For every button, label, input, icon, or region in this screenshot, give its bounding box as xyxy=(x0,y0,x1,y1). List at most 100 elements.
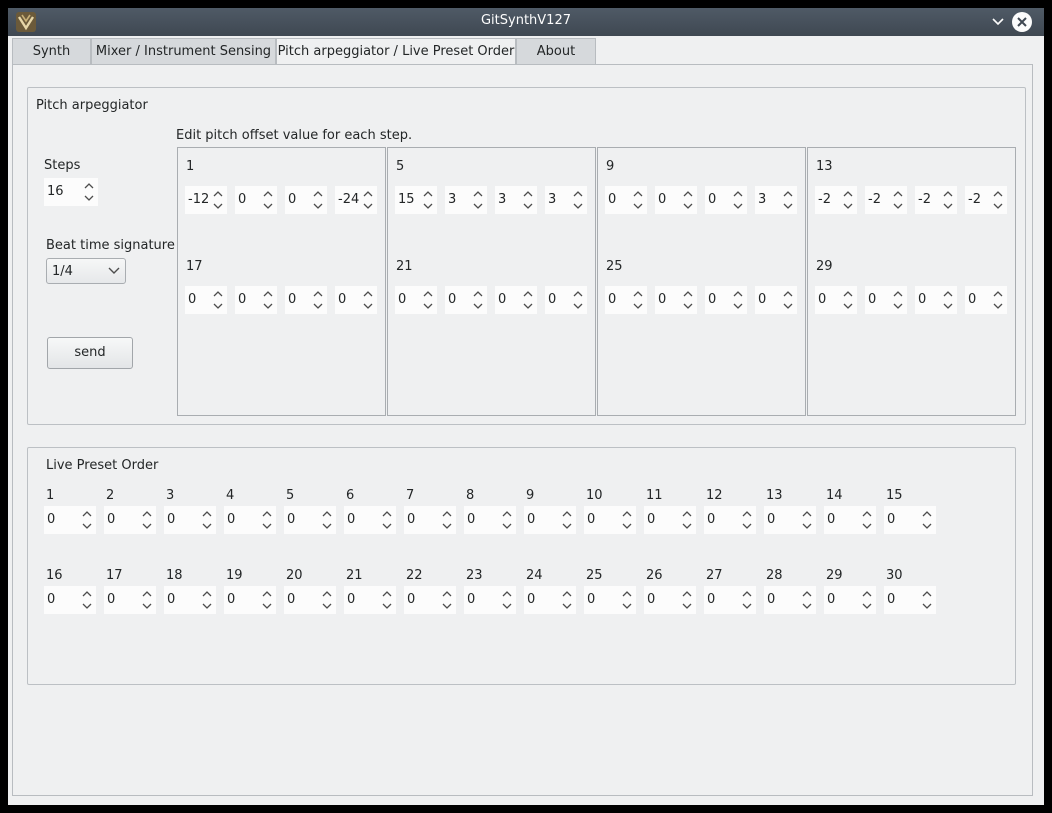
spin-arrows-icon[interactable] xyxy=(842,289,854,311)
preset-order-spinbox[interactable]: 0 xyxy=(644,506,696,534)
pitch-offset-spinbox[interactable]: 0 xyxy=(235,286,277,314)
spin-arrows-icon[interactable] xyxy=(892,189,904,211)
pitch-offset-spinbox[interactable]: 0 xyxy=(965,286,1007,314)
spin-arrows-icon[interactable] xyxy=(682,289,694,311)
spin-arrows-icon[interactable] xyxy=(992,189,1004,211)
spin-arrows-icon[interactable] xyxy=(561,509,573,531)
pitch-offset-spinbox[interactable]: -2 xyxy=(815,186,857,214)
spin-arrows-icon[interactable] xyxy=(81,589,93,611)
preset-order-spinbox[interactable]: 0 xyxy=(644,586,696,614)
spin-arrows-icon[interactable] xyxy=(321,509,333,531)
preset-order-spinbox[interactable]: 0 xyxy=(524,586,576,614)
spin-arrows-icon[interactable] xyxy=(441,589,453,611)
pitch-offset-spinbox[interactable]: 15 xyxy=(395,186,437,214)
spin-arrows-icon[interactable] xyxy=(892,289,904,311)
spin-arrows-icon[interactable] xyxy=(312,289,324,311)
spin-arrows-icon[interactable] xyxy=(501,509,513,531)
spin-arrows-icon[interactable] xyxy=(381,509,393,531)
preset-order-spinbox[interactable]: 0 xyxy=(224,506,276,534)
spin-arrows-icon[interactable] xyxy=(141,589,153,611)
preset-order-spinbox[interactable]: 0 xyxy=(344,506,396,534)
spin-arrows-icon[interactable] xyxy=(681,509,693,531)
spin-arrows-icon[interactable] xyxy=(201,509,213,531)
spin-arrows-icon[interactable] xyxy=(201,589,213,611)
preset-order-spinbox[interactable]: 0 xyxy=(344,586,396,614)
pitch-offset-spinbox[interactable]: 0 xyxy=(655,286,697,314)
spin-arrows-icon[interactable] xyxy=(921,509,933,531)
spin-arrows-icon[interactable] xyxy=(141,509,153,531)
beat-time-signature-select[interactable]: 1/4 xyxy=(46,258,126,284)
preset-order-spinbox[interactable]: 0 xyxy=(884,506,936,534)
preset-order-spinbox[interactable]: 0 xyxy=(764,586,816,614)
spin-arrows-icon[interactable] xyxy=(992,289,1004,311)
pitch-offset-spinbox[interactable]: 3 xyxy=(445,186,487,214)
spin-arrows-icon[interactable] xyxy=(261,509,273,531)
pitch-offset-spinbox[interactable]: 0 xyxy=(605,186,647,214)
spin-arrows-icon[interactable] xyxy=(741,509,753,531)
pitch-offset-spinbox[interactable]: 3 xyxy=(495,186,537,214)
spin-arrows-icon[interactable] xyxy=(212,189,224,211)
spin-arrows-icon[interactable] xyxy=(312,189,324,211)
pitch-offset-spinbox[interactable]: 0 xyxy=(185,286,227,314)
pitch-offset-spinbox[interactable]: 3 xyxy=(755,186,797,214)
spin-arrows-icon[interactable] xyxy=(632,289,644,311)
pitch-offset-spinbox[interactable]: -2 xyxy=(865,186,907,214)
spin-arrows-icon[interactable] xyxy=(741,589,753,611)
preset-order-spinbox[interactable]: 0 xyxy=(764,506,816,534)
pitch-offset-spinbox[interactable]: 3 xyxy=(545,186,587,214)
pitch-offset-spinbox[interactable]: 0 xyxy=(655,186,697,214)
spin-arrows-icon[interactable] xyxy=(362,289,374,311)
pitch-offset-spinbox[interactable]: 0 xyxy=(545,286,587,314)
spin-arrows-icon[interactable] xyxy=(842,189,854,211)
pitch-offset-spinbox[interactable]: 0 xyxy=(605,286,647,314)
preset-order-spinbox[interactable]: 0 xyxy=(824,506,876,534)
spin-arrows-icon[interactable] xyxy=(632,189,644,211)
pitch-offset-spinbox[interactable]: 0 xyxy=(815,286,857,314)
spin-arrows-icon[interactable] xyxy=(861,509,873,531)
spin-arrows-icon[interactable] xyxy=(212,289,224,311)
spin-arrows-icon[interactable] xyxy=(942,289,954,311)
spin-arrows-icon[interactable] xyxy=(83,181,95,203)
preset-order-spinbox[interactable]: 0 xyxy=(224,586,276,614)
pitch-offset-spinbox[interactable]: 0 xyxy=(705,286,747,314)
title-bar[interactable]: GitSynthV127 xyxy=(8,8,1044,36)
pitch-offset-spinbox[interactable]: 0 xyxy=(285,286,327,314)
pitch-offset-spinbox[interactable]: 0 xyxy=(445,286,487,314)
pitch-offset-spinbox[interactable]: 0 xyxy=(705,186,747,214)
pitch-offset-spinbox[interactable]: -24 xyxy=(335,186,377,214)
close-button[interactable] xyxy=(1012,12,1032,32)
spin-arrows-icon[interactable] xyxy=(262,289,274,311)
pitch-offset-spinbox[interactable]: 0 xyxy=(235,186,277,214)
spin-arrows-icon[interactable] xyxy=(801,509,813,531)
spin-arrows-icon[interactable] xyxy=(732,189,744,211)
spin-arrows-icon[interactable] xyxy=(321,589,333,611)
steps-spinbox[interactable]: 16 xyxy=(44,178,98,206)
spin-arrows-icon[interactable] xyxy=(682,189,694,211)
spin-arrows-icon[interactable] xyxy=(381,589,393,611)
preset-order-spinbox[interactable]: 0 xyxy=(584,506,636,534)
send-button[interactable]: send xyxy=(47,337,133,369)
spin-arrows-icon[interactable] xyxy=(472,289,484,311)
spin-arrows-icon[interactable] xyxy=(501,589,513,611)
preset-order-spinbox[interactable]: 0 xyxy=(464,506,516,534)
preset-order-spinbox[interactable]: 0 xyxy=(584,586,636,614)
preset-order-spinbox[interactable]: 0 xyxy=(824,586,876,614)
minimize-chevron-icon[interactable] xyxy=(990,14,1006,30)
spin-arrows-icon[interactable] xyxy=(572,189,584,211)
preset-order-spinbox[interactable]: 0 xyxy=(524,506,576,534)
tab-synth[interactable]: Synth xyxy=(12,38,91,64)
spin-arrows-icon[interactable] xyxy=(522,289,534,311)
spin-arrows-icon[interactable] xyxy=(472,189,484,211)
preset-order-spinbox[interactable]: 0 xyxy=(464,586,516,614)
spin-arrows-icon[interactable] xyxy=(861,589,873,611)
pitch-offset-spinbox[interactable]: 0 xyxy=(755,286,797,314)
spin-arrows-icon[interactable] xyxy=(621,509,633,531)
spin-arrows-icon[interactable] xyxy=(621,589,633,611)
spin-arrows-icon[interactable] xyxy=(801,589,813,611)
spin-arrows-icon[interactable] xyxy=(572,289,584,311)
pitch-offset-spinbox[interactable]: -2 xyxy=(915,186,957,214)
preset-order-spinbox[interactable]: 0 xyxy=(704,586,756,614)
preset-order-spinbox[interactable]: 0 xyxy=(704,506,756,534)
tab-about[interactable]: About xyxy=(516,38,596,64)
pitch-offset-spinbox[interactable]: -12 xyxy=(185,186,227,214)
